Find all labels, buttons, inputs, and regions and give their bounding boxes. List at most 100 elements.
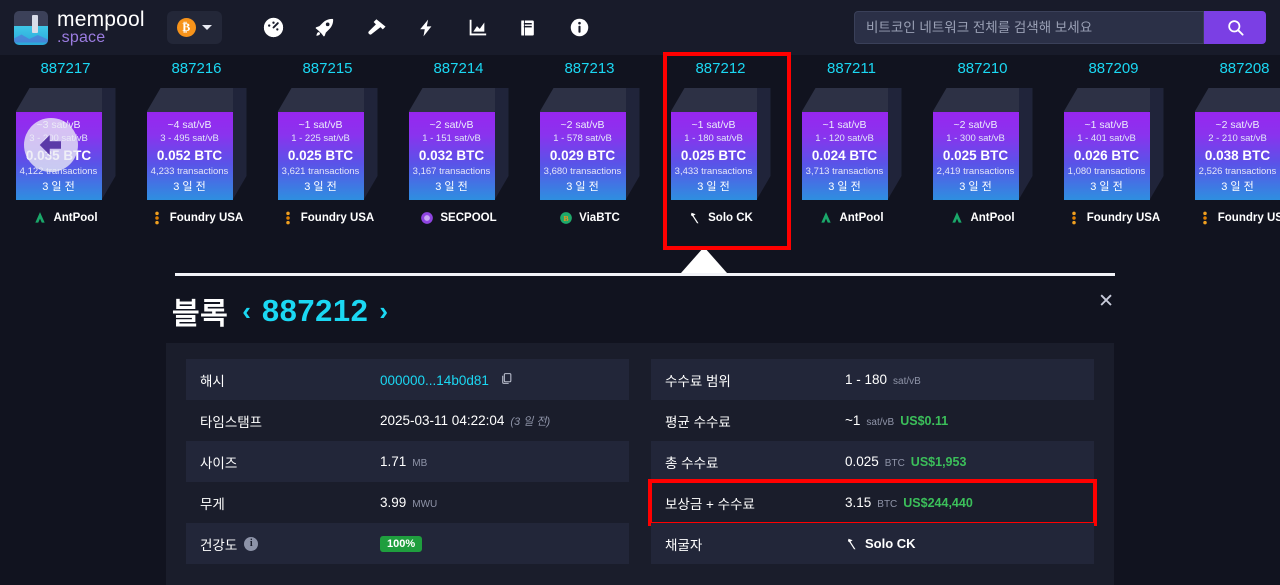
block-avg-fee: ~1 sat/vB [691, 119, 736, 131]
block-cube-top [1063, 88, 1164, 112]
detail-pointer-zone [0, 247, 1280, 283]
block-cube[interactable]: ~3 sat/vB3 - 200 sat/vB0.035 BTC4,122 tr… [15, 88, 116, 200]
block-pool[interactable]: AntPool [819, 211, 884, 225]
viabtc-icon: B [559, 211, 573, 225]
block-cube[interactable]: ~1 sat/vB 1 - 225 sat/vB 0.025 BTC 3,621 tr… [277, 88, 378, 200]
current-block-number[interactable]: 887212 [262, 293, 368, 329]
block-cube-top [146, 88, 247, 112]
prev-block-chevron-icon[interactable]: ‹ [242, 298, 251, 324]
block-height-label[interactable]: 887215 [302, 60, 352, 77]
block-pool[interactable]: AntPool [33, 211, 98, 225]
block-height-label[interactable]: 887208 [1219, 60, 1269, 77]
detail-label-text: 사이즈 [200, 455, 238, 471]
block-cube-side [1149, 88, 1164, 200]
block-cube[interactable]: ~2 sat/vB 1 - 151 sat/vB 0.032 BTC 3,167 tr… [408, 88, 509, 200]
block-cube[interactable]: ~2 sat/vB 1 - 578 sat/vB 0.029 BTC 3,680 tr… [539, 88, 640, 200]
detail-value-unit: MWU [412, 499, 438, 510]
detail-value-usd: US$1,953 [910, 455, 967, 469]
detail-value-number: 0.025 [845, 454, 879, 469]
book-icon[interactable] [503, 8, 554, 48]
search-button[interactable] [1204, 11, 1266, 44]
detail-row-label: 수수료 범위 [665, 370, 845, 390]
detail-value-usd: US$0.11 [900, 414, 949, 428]
info-icon[interactable]: i [244, 536, 259, 551]
block-cube[interactable]: ~1 sat/vB 1 - 120 sat/vB 0.024 BTC 3,713 tr… [801, 88, 902, 200]
block-fee-range: 3 - 495 sat/vB [160, 133, 219, 144]
close-icon[interactable]: ✕ [1098, 292, 1114, 311]
block-right-table: 수수료 범위 1 - 180 sat/vB 평균 수수료 ~1 sat/vB US$0.11… [648, 359, 1097, 564]
block-age: 3 일 전 [697, 181, 730, 193]
block-height-label[interactable]: 887214 [433, 60, 483, 77]
block-cube[interactable]: ~4 sat/vB 3 - 495 sat/vB 0.052 BTC 4,233 tr… [146, 88, 247, 200]
block-cube[interactable]: ~1 sat/vB 1 - 401 sat/vB 0.026 BTC 1,080 tr… [1063, 88, 1164, 200]
block-tx-count: 2,419 transactions [936, 166, 1015, 177]
block-card[interactable]: 887210 ~2 sat/vB 1 - 300 sat/vB 0.025 BTC 2,… [917, 60, 1048, 225]
block-cube-top [539, 88, 640, 112]
detail-value-unit: sat/vB [893, 376, 921, 387]
lightning-icon[interactable] [401, 8, 452, 48]
coin-selector-dropdown[interactable]: ₿ [166, 11, 222, 44]
block-card[interactable]: 887213 ~2 sat/vB 1 - 578 sat/vB 0.029 BTC 3,… [524, 60, 655, 225]
next-block-chevron-icon[interactable]: › [379, 298, 388, 324]
bitcoin-icon: ₿ [176, 18, 196, 37]
block-cube[interactable]: ~1 sat/vB 1 - 180 sat/vB 0.025 BTC 3,433 tr… [670, 88, 771, 200]
block-pool[interactable]: Foundry USA [150, 211, 243, 225]
block-height-label[interactable]: 887217 [40, 60, 90, 77]
detail-label-text: 평균 수수료 [665, 414, 731, 430]
block-fee-range: 1 - 401 sat/vB [1077, 133, 1136, 144]
block-card[interactable]: 887215 ~1 sat/vB 1 - 225 sat/vB 0.025 BTC 3,… [262, 60, 393, 225]
block-pool[interactable]: AntPool [950, 211, 1015, 225]
detail-row: 보상금 + 수수료 3.15 BTC US$244,440 [648, 479, 1097, 526]
block-height-label[interactable]: 887209 [1088, 60, 1138, 77]
block-card[interactable]: 887211 ~1 sat/vB 1 - 120 sat/vB 0.024 BTC 3,… [786, 60, 917, 225]
block-pool[interactable]: Foundry USA [281, 211, 374, 225]
chart-icon[interactable] [452, 8, 503, 48]
block-age: 3 일 전 [959, 181, 992, 193]
block-cube-face: ~1 sat/vB 1 - 180 sat/vB 0.025 BTC 3,433 tr… [670, 112, 757, 200]
block-cube-face: ~4 sat/vB 3 - 495 sat/vB 0.052 BTC 4,233 tr… [146, 112, 233, 200]
block-pool[interactable]: Foundry USA [1198, 211, 1280, 225]
block-card[interactable]: 887212 ~1 sat/vB 1 - 180 sat/vB 0.025 BTC 3,… [655, 52, 791, 250]
dashboard-icon[interactable] [248, 8, 299, 48]
copy-icon[interactable] [500, 372, 513, 388]
block-fee-range: 1 - 120 sat/vB [815, 133, 874, 144]
block-detail-panel: 해시 000000...14b0d81 타임스탬프 2025-03-11 04:22:… [166, 343, 1114, 585]
block-height-label[interactable]: 887216 [171, 60, 221, 77]
miner-name: Solo CK [865, 536, 916, 551]
detail-row: 총 수수료 0.025 BTC US$1,953 [651, 441, 1094, 482]
detail-label-text: 타임스탬프 [200, 414, 263, 430]
block-pool[interactable]: SECPOOL [420, 211, 497, 225]
block-height-label[interactable]: 887212 [695, 60, 745, 77]
block-pool-name: Foundry USA [169, 212, 244, 224]
block-reward: 0.025 BTC [287, 148, 354, 163]
block-height-label[interactable]: 887211 [827, 60, 876, 77]
block-card[interactable]: 887216 ~4 sat/vB 3 - 495 sat/vB 0.052 BTC 4,… [131, 60, 262, 225]
hammer-icon[interactable] [350, 8, 401, 48]
detail-value-number: 1 - 180 [845, 372, 888, 387]
block-pool[interactable]: Foundry USA [1067, 211, 1160, 225]
block-reward: 0.024 BTC [811, 148, 878, 163]
back-arrow-icon[interactable] [23, 118, 78, 172]
page-title: 블록 [172, 298, 229, 331]
search-input[interactable] [854, 11, 1204, 44]
miner-link[interactable]: Solo CK [845, 536, 916, 551]
block-fee-range: 1 - 300 sat/vB [946, 133, 1005, 144]
block-pool[interactable]: B ViaBTC [559, 211, 620, 225]
brand-logo[interactable]: mempool .space [14, 9, 145, 46]
detail-row: 해시 000000...14b0d81 [186, 359, 629, 400]
block-height-label[interactable]: 887210 [957, 60, 1007, 77]
block-card[interactable]: 887214 ~2 sat/vB 1 - 151 sat/vB 0.032 BTC 3,… [393, 60, 524, 225]
block-hash-link[interactable]: 000000...14b0d81 [380, 373, 489, 388]
rocket-icon[interactable] [299, 8, 350, 48]
block-pool-name: AntPool [53, 212, 98, 224]
block-cube[interactable]: ~2 sat/vB 2 - 210 sat/vB 0.038 BTC 2,526 tr… [1194, 88, 1280, 200]
block-card[interactable]: 887208 ~2 sat/vB 2 - 210 sat/vB 0.038 BTC 2,… [1179, 60, 1280, 225]
info-icon[interactable] [554, 8, 605, 48]
block-card[interactable]: 887217 ~3 sat/vB3 - 200 sat/vB0.035 BTC4,… [0, 60, 131, 225]
block-pool[interactable]: Solo CK [688, 211, 753, 225]
block-card[interactable]: 887209 ~1 sat/vB 1 - 401 sat/vB 0.026 BTC 1,… [1048, 60, 1179, 225]
detail-row-label: 사이즈 [200, 452, 380, 472]
block-pool-name: Foundry USA [1217, 212, 1280, 224]
block-height-label[interactable]: 887213 [564, 60, 614, 77]
block-cube[interactable]: ~2 sat/vB 1 - 300 sat/vB 0.025 BTC 2,419 tr… [932, 88, 1033, 200]
